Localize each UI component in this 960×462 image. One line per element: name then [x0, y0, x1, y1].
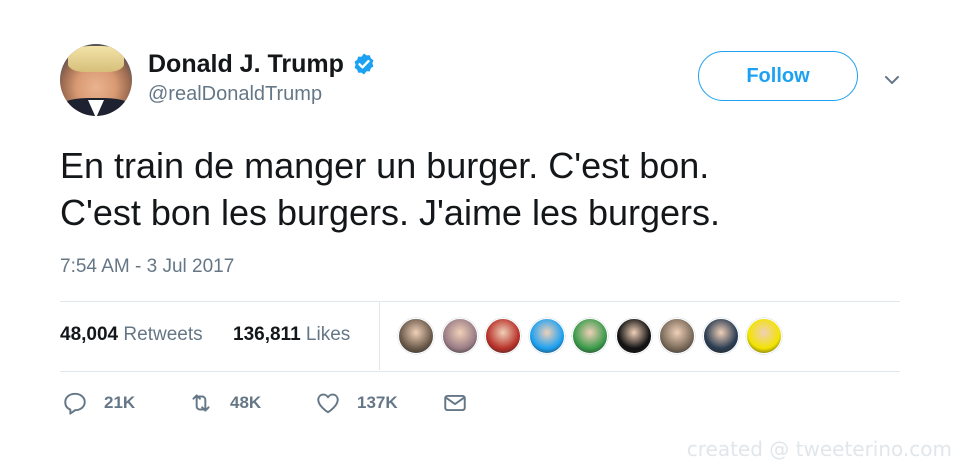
tweet-timestamp[interactable]: 7:54 AM - 3 Jul 2017 — [60, 256, 234, 278]
tweet-text-line-1: En train de manger un burger. C'est bon. — [60, 145, 710, 186]
envelope-icon — [444, 394, 466, 412]
tweet-text-line-2: C'est bon les burgers. J'aime les burger… — [60, 192, 721, 233]
retweet-count: 48K — [230, 393, 262, 412]
stats-separator — [379, 302, 380, 370]
likes-count: 136,811 — [233, 324, 301, 345]
liker-avatar-6-icon[interactable] — [615, 318, 652, 354]
reply-action[interactable]: 21K — [62, 390, 135, 416]
avatar-hair — [68, 46, 124, 72]
follow-button[interactable]: Follow — [698, 51, 858, 101]
retweets-stat[interactable]: 48,004 Retweets — [60, 324, 203, 346]
verified-badge-icon — [354, 53, 374, 75]
like-action[interactable]: 137K — [315, 390, 398, 416]
liker-avatar-2-icon[interactable] — [441, 318, 478, 354]
liker-avatar-1-icon[interactable] — [398, 318, 434, 354]
divider-bottom — [60, 371, 900, 372]
retweet-icon — [192, 394, 210, 412]
direct-message-action[interactable] — [442, 390, 484, 416]
tweet-actions: 21K 48K 137K — [60, 390, 900, 420]
liker-avatar-8-icon[interactable] — [702, 318, 739, 354]
chevron-down-icon[interactable] — [880, 68, 904, 92]
liker-avatars — [398, 318, 790, 354]
tweet-stats: 48,004 Retweets 136,811 Likes — [60, 302, 900, 370]
author-avatar[interactable] — [60, 44, 132, 116]
author-display-name[interactable]: Donald J. Trump — [148, 50, 344, 79]
reply-icon — [64, 392, 86, 415]
author-handle[interactable]: @realDonaldTrump — [148, 83, 376, 106]
retweet-action[interactable]: 48K — [188, 390, 261, 416]
liker-avatar-9-icon[interactable] — [746, 318, 782, 354]
retweets-count: 48,004 — [60, 324, 119, 345]
liker-avatar-7-icon[interactable] — [659, 318, 695, 354]
retweets-label: Retweets — [123, 324, 203, 345]
liker-avatar-5-icon[interactable] — [572, 318, 608, 354]
author-info: Donald J. Trump @realDonaldTrump — [148, 49, 376, 106]
heart-icon — [317, 393, 339, 414]
reply-count: 21K — [104, 393, 136, 412]
likes-stat[interactable]: 136,811 Likes — [233, 324, 350, 346]
liker-avatar-4-icon[interactable] — [528, 318, 565, 354]
watermark: created @ tweeterino.com — [686, 437, 952, 461]
name-row: Donald J. Trump — [148, 49, 376, 79]
likes-label: Likes — [305, 324, 351, 345]
liker-avatar-3-icon[interactable] — [485, 318, 521, 354]
tweet-text: En train de manger un burger. C'est bon.… — [60, 142, 900, 236]
like-count: 137K — [357, 393, 398, 412]
